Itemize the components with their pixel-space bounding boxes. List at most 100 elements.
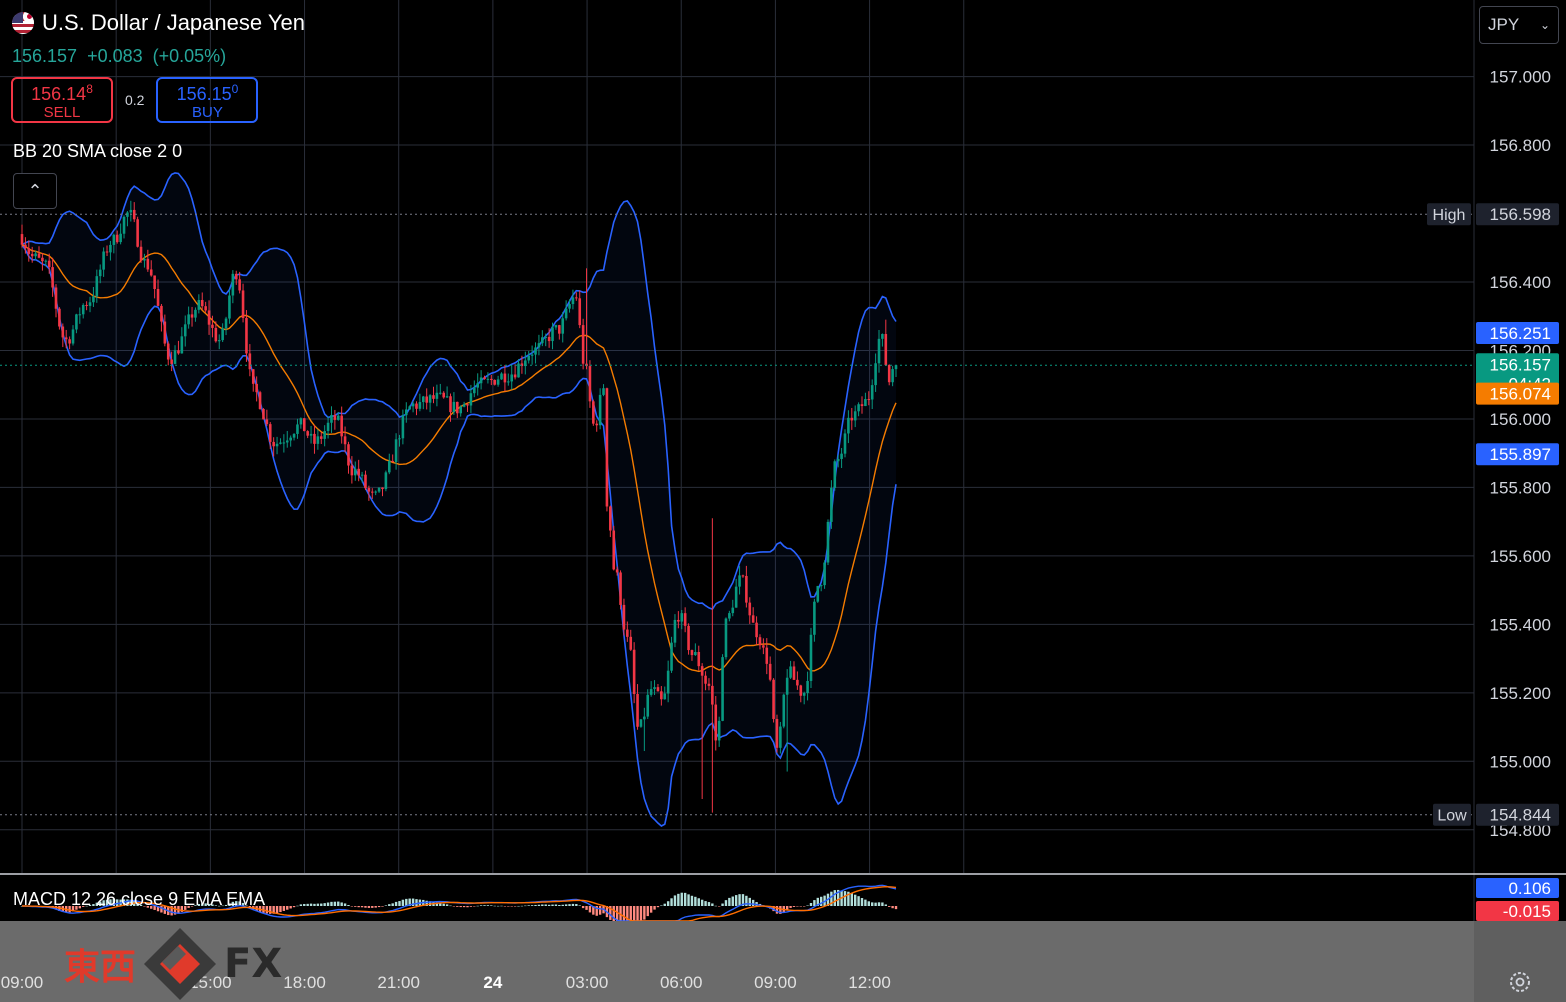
- candle-body: [384, 472, 388, 490]
- macd-histogram-bar: [333, 901, 337, 906]
- candle-body: [245, 317, 248, 354]
- candle-body: [870, 385, 874, 400]
- candle-body: [588, 366, 592, 402]
- price-change-pct: (+0.05%): [152, 46, 227, 66]
- candle-body: [343, 436, 347, 445]
- time-tick-label: 12:00: [848, 973, 891, 992]
- chevron-down-icon: ⌄: [1539, 18, 1550, 32]
- candle-body: [75, 314, 78, 330]
- candle-body: [751, 615, 755, 623]
- collapse-legend-button[interactable]: ⌃: [13, 173, 57, 209]
- candle-body: [840, 453, 843, 459]
- bb-indicator-label[interactable]: BB 20 SMA close 2 0: [13, 141, 182, 162]
- candle-body: [456, 401, 459, 414]
- macd-histogram-bar: [690, 895, 694, 906]
- candle: [262, 408, 265, 420]
- macd-histogram-bar: [554, 904, 558, 906]
- candle-body: [666, 670, 670, 694]
- macd-histogram-bar: [524, 905, 527, 907]
- macd-histogram-bar: [265, 906, 269, 914]
- macd-histogram-bar: [544, 904, 547, 906]
- symbol-header: U.S. Dollar / Japanese Yen: [12, 10, 305, 36]
- candle-body: [806, 680, 809, 694]
- candle-body: [799, 685, 803, 696]
- candle-body: [255, 383, 258, 393]
- candle-body: [884, 334, 888, 366]
- candle-body: [228, 295, 231, 319]
- candle-body: [143, 258, 146, 261]
- macd-histogram-bar: [683, 892, 687, 906]
- candle-body: [265, 419, 269, 425]
- macd-histogram-bar: [343, 903, 347, 906]
- candle-body: [496, 379, 500, 385]
- candle-body: [473, 387, 476, 394]
- macd-histogram-bar: [666, 901, 670, 906]
- macd-histogram-bar: [891, 906, 894, 909]
- sell-button[interactable]: 156.148 SELL: [11, 77, 113, 123]
- candle-body: [30, 253, 34, 257]
- currency-select[interactable]: JPY ⌄: [1479, 6, 1559, 44]
- candle-body: [211, 324, 214, 328]
- candle-body: [649, 689, 653, 695]
- macd-histogram-bar: [751, 899, 755, 906]
- candle-body: [78, 314, 82, 316]
- macd-histogram-bar: [282, 906, 286, 911]
- macd-histogram-bar: [561, 904, 564, 906]
- high-label: High: [1433, 207, 1466, 224]
- macd-histogram-bar: [350, 906, 354, 907]
- macd-histogram-bar: [340, 902, 343, 906]
- candle-body: [394, 439, 398, 462]
- candle-body: [707, 683, 711, 686]
- candle-body: [47, 260, 51, 268]
- candle-body: [34, 253, 37, 257]
- candle: [687, 623, 690, 655]
- logo-kanji: 東西: [64, 947, 137, 988]
- candle-body: [24, 244, 27, 249]
- candle-body: [636, 694, 639, 727]
- buy-price-pip: 0: [231, 81, 239, 96]
- candle-body: [462, 404, 466, 407]
- candle: [782, 693, 786, 729]
- chart-canvas[interactable]: 157.000156.800156.400156.200156.000155.8…: [0, 0, 1566, 1002]
- candle-body: [68, 339, 71, 344]
- candle-body: [887, 365, 891, 383]
- macd-histogram-bar: [673, 895, 677, 906]
- broker-logo: 東西 FX: [64, 926, 282, 1002]
- macd-histogram-bar: [571, 903, 575, 906]
- candle: [639, 718, 643, 728]
- candle-body: [401, 415, 405, 439]
- macd-histogram-bar: [670, 898, 673, 906]
- candle-body: [408, 406, 411, 410]
- time-tick-label: 09:00: [754, 973, 797, 992]
- candle-body: [510, 374, 514, 382]
- sell-price-pip: 8: [86, 81, 93, 96]
- candle-body: [768, 663, 772, 680]
- candle-body: [353, 468, 357, 476]
- candle-body: [296, 424, 299, 434]
- candle-body: [319, 436, 323, 439]
- macd-histogram-bar: [850, 893, 853, 906]
- candle-body: [721, 657, 724, 721]
- buy-button[interactable]: 156.150 BUY: [156, 77, 259, 123]
- usd-jpy-flag-icon: [12, 12, 34, 34]
- candle-body: [853, 411, 857, 421]
- candle-body: [857, 404, 860, 412]
- candle-body: [445, 396, 449, 398]
- candle-body: [139, 246, 143, 261]
- candle-body: [595, 423, 599, 426]
- candle-body: [166, 343, 170, 360]
- macd-indicator-label[interactable]: MACD 12 26 close 9 EMA EMA: [13, 889, 265, 910]
- macd-histogram-bar: [639, 906, 643, 922]
- macd-histogram-bar: [864, 899, 867, 906]
- candle-body: [813, 601, 816, 635]
- candle-body: [748, 602, 752, 616]
- candle-body: [367, 488, 371, 492]
- price-tick-label: 156.000: [1490, 410, 1551, 429]
- price-summary: 156.157 +0.083 (+0.05%): [12, 46, 226, 67]
- candle-body: [289, 437, 292, 441]
- candle-body: [81, 304, 85, 315]
- candle: [302, 418, 306, 432]
- candle-body: [326, 422, 330, 432]
- candle-body: [581, 325, 585, 364]
- time-tick-label: 21:00: [377, 973, 420, 992]
